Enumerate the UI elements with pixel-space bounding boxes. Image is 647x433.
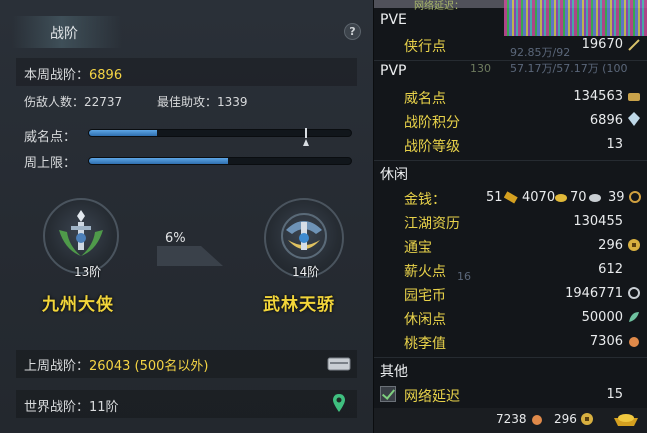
currency-panel: 网络延迟： 92.85万/92 57.17万/57.17万 (100 130 1…: [373, 0, 647, 433]
leisure-item-value: 1946771: [565, 286, 623, 301]
ghost-text-3: 130: [470, 62, 491, 75]
sword-icon: [628, 39, 640, 51]
cap-progress-fill: [89, 158, 228, 164]
pvp-item-label: 战阶等级: [404, 139, 460, 155]
leisure-item-value: 296: [598, 238, 623, 253]
divider: [374, 160, 647, 161]
latency-value: 15: [606, 387, 623, 402]
ghost-text-2: 57.17万/57.17万 (100: [510, 62, 628, 75]
mask-icon: [628, 93, 640, 101]
silver-coin-icon: [589, 194, 601, 202]
pvp-item-value: 6896: [589, 113, 623, 128]
help-button[interactable]: ?: [344, 23, 361, 40]
leisure-item-value: 7306: [589, 334, 623, 349]
world-value: 11阶: [89, 400, 119, 415]
next-rank-name: 武林天骄: [263, 295, 335, 315]
bottom-value-1: 7238: [496, 412, 527, 426]
section-pvp: PVP: [380, 63, 407, 79]
weekly-rank-value: 6896: [89, 68, 123, 83]
map-pin-icon[interactable]: [332, 393, 346, 413]
current-tier-label: 13阶: [74, 265, 102, 279]
current-rank-name: 九州大侠: [42, 295, 114, 315]
top-fragment-text: 网络延迟：: [414, 1, 464, 12]
last-week-rank: 上周战阶：26043 (500名以外): [24, 355, 208, 374]
cap-label: 周上限：: [24, 156, 77, 171]
leaf-icon: [629, 312, 639, 322]
panel-title: 战阶: [50, 26, 78, 42]
assists-value: 1339: [217, 95, 248, 109]
pvp-item-value: 13: [606, 137, 623, 152]
last-week-label: 上周战阶：: [24, 359, 90, 374]
leisure-item-label: 通宝: [404, 240, 432, 256]
pvp-item-label: 战阶积分: [404, 115, 460, 131]
leisure-item-label: 桃李值: [404, 336, 446, 352]
cap-progress-bar: [88, 157, 352, 165]
money-cent: 39: [608, 190, 625, 205]
bottom-value-2: 296: [554, 412, 577, 426]
kills-label: 伤敌人数：: [24, 95, 85, 109]
peach-icon: [629, 337, 639, 347]
copper-coin-icon: [629, 191, 641, 203]
world-label: 世界战阶：: [24, 400, 90, 415]
fame-progress-fill: [89, 130, 158, 136]
color-strip: [504, 0, 647, 36]
kills-value: 22737: [84, 95, 123, 109]
divider: [374, 357, 647, 358]
leisure-item-label: 园宅币: [404, 288, 446, 304]
money-silver: 4070: [522, 190, 556, 205]
leisure-item-value: 130455: [573, 214, 623, 229]
money-gold: 51: [486, 190, 503, 205]
next-tier-label: 14阶: [292, 265, 320, 279]
ghost-text-4: 16: [457, 270, 471, 283]
leisure-item-value: 50000: [581, 310, 623, 325]
money-label: 金钱：: [404, 192, 446, 208]
fame-label: 威名点：: [24, 130, 77, 145]
pvp-item-value: 134563: [573, 89, 623, 104]
fame-progress-bar: [88, 129, 352, 137]
pve-item-label: 侠行点: [404, 39, 446, 55]
sword-emblem-icon: [59, 210, 103, 256]
leisure-item-label: 休闲点: [404, 312, 446, 328]
peach-icon: [532, 415, 542, 425]
world-rank: 世界战阶：11阶: [24, 396, 119, 415]
section-pve: PVE: [380, 12, 407, 28]
latency-checkbox[interactable]: [380, 386, 396, 402]
ghost-text-1: 92.85万/92: [510, 46, 571, 59]
pvp-item-label: 威名点: [404, 91, 446, 107]
coin-icon: [628, 239, 640, 251]
weekly-rank: 本周战阶：6896: [24, 64, 122, 83]
cap-marker-icon: [303, 128, 309, 146]
progress-arrow-icon: [157, 246, 223, 266]
divider: [374, 60, 647, 61]
assists-label: 最佳助攻：: [157, 95, 218, 109]
section-leisure: 休闲: [380, 167, 408, 183]
pve-item-value: 19670: [581, 37, 623, 52]
section-other: 其他: [380, 364, 408, 380]
kills-stat: 伤敌人数：22737: [24, 93, 122, 110]
last-week-value: 26043 (500名以外): [89, 359, 209, 374]
leisure-item-label: 薪火点: [404, 264, 446, 280]
leisure-item-value: 612: [598, 262, 623, 277]
gold-ingot-icon[interactable]: [612, 410, 640, 428]
crystal-icon: [628, 112, 640, 126]
latency-label: 网络延迟: [404, 389, 460, 405]
battle-rank-panel: 战阶 ? 本周战阶：6896 伤敌人数：22737 最佳助攻：1339 威名点：…: [0, 0, 373, 433]
leisure-item-label: 江湖资历: [404, 216, 460, 232]
weekly-rank-label: 本周战阶：: [24, 68, 90, 83]
money-copper: 70: [570, 190, 587, 205]
mail-icon[interactable]: [327, 356, 351, 372]
house-coin-icon: [628, 287, 640, 299]
gold-ingot-icon: [504, 191, 518, 204]
gold-coin-icon: [555, 194, 567, 202]
assists-stat: 最佳助攻：1339: [157, 93, 248, 110]
coin-icon: [581, 413, 593, 425]
